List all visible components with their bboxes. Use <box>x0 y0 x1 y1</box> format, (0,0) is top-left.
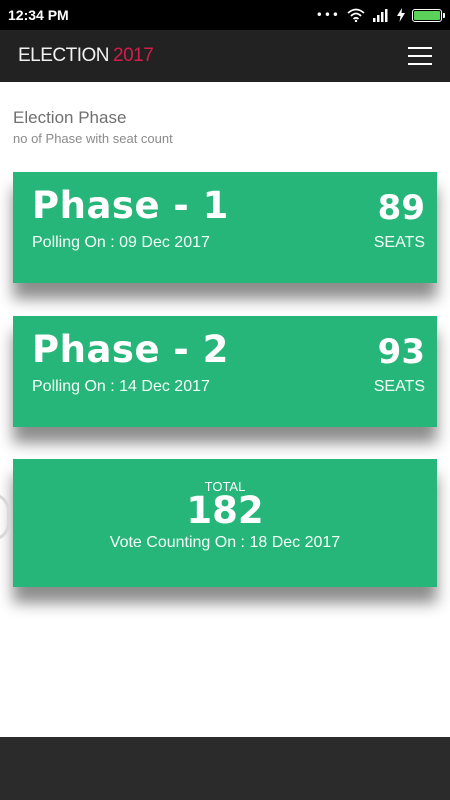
navigation-bar <box>0 737 450 800</box>
hamburger-menu-icon[interactable] <box>408 47 432 65</box>
main-content: Election Phase no of Phase with seat cou… <box>0 82 450 737</box>
total-card[interactable]: TOTAL 182 Vote Counting On : 18 Dec 2017 <box>13 459 437 587</box>
wifi-icon <box>347 8 365 22</box>
battery-level <box>414 10 440 20</box>
signal-icon <box>373 9 388 22</box>
status-bar: 12:34 PM ••• <box>0 0 450 30</box>
app-title: ELECTION 2017 <box>18 45 154 67</box>
seat-count: 89 <box>377 188 425 228</box>
seats-label: SEATS <box>373 234 425 251</box>
phase-card-2[interactable]: Phase - 2 Polling On : 14 Dec 2017 93 SE… <box>13 316 437 427</box>
section-title: Election Phase <box>13 108 127 127</box>
app-title-word: ELECTION <box>18 45 110 66</box>
app-bar: ELECTION 2017 <box>0 30 450 82</box>
phase-card-1[interactable]: Phase - 1 Polling On : 09 Dec 2017 89 SE… <box>13 172 437 283</box>
status-icons: ••• <box>315 8 445 22</box>
app-title-year: 2017 <box>113 45 154 66</box>
battery-icon <box>412 8 445 22</box>
status-time: 12:34 PM <box>8 7 69 23</box>
section-subtitle: no of Phase with seat count <box>13 131 173 146</box>
charging-icon <box>397 8 405 22</box>
polling-date: Polling On : 09 Dec 2017 <box>32 234 210 251</box>
phase-name: Phase - 1 <box>32 184 229 227</box>
total-seat-count: 182 <box>186 489 264 532</box>
phase-name: Phase - 2 <box>32 328 229 371</box>
vote-counting-date: Vote Counting On : 18 Dec 2017 <box>109 534 341 551</box>
more-dots-icon: ••• <box>315 8 340 22</box>
polling-date: Polling On : 14 Dec 2017 <box>32 378 210 395</box>
menu-line <box>408 47 432 49</box>
seat-count: 93 <box>377 332 425 372</box>
menu-line <box>408 63 432 65</box>
seats-label: SEATS <box>373 378 425 395</box>
menu-line <box>408 55 432 57</box>
